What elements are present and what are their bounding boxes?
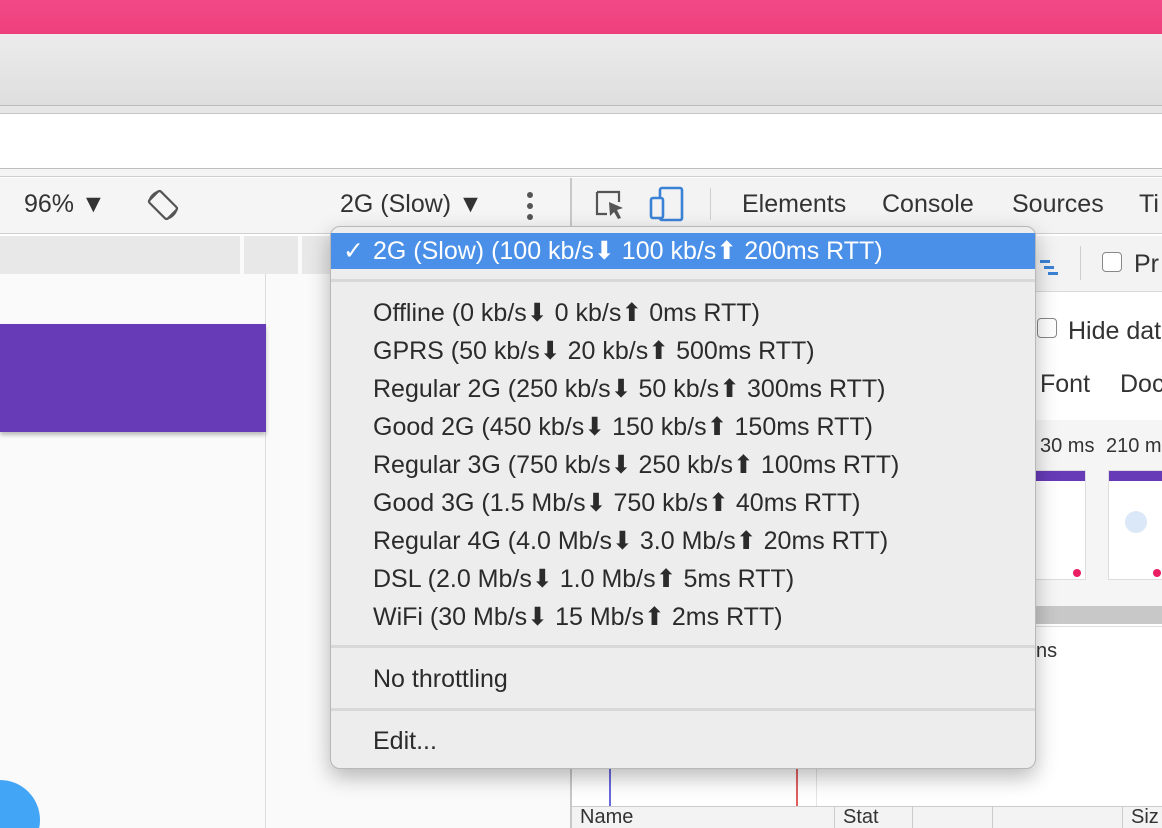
throttle-menu: ✓ 2G (Slow) (100 kb/s⬇ 100 kb/s⬆ 200ms R… [330, 226, 1036, 769]
column-status[interactable]: Stat [834, 806, 912, 828]
menu-item-gprs[interactable]: GPRS (50 kb/s⬇ 20 kb/s⬆ 500ms RTT) [331, 333, 1035, 369]
address-area [0, 115, 1162, 169]
network-throttle-select[interactable]: 2G (Slow) ▼ [340, 190, 483, 219]
menu-item-edit[interactable]: Edit... [331, 723, 1035, 759]
tab-elements[interactable]: Elements [742, 190, 846, 219]
waterfall-icon[interactable] [1040, 254, 1060, 275]
frame-time: 30 ms [1040, 435, 1095, 457]
menu-item-good-3g[interactable]: Good 3G (1.5 Mb/s⬇ 750 kb/s⬆ 40ms RTT) [331, 485, 1035, 521]
menu-item-2g-slow[interactable]: ✓ 2G (Slow) (100 kb/s⬇ 100 kb/s⬆ 200ms R… [331, 233, 1035, 269]
column-initiator[interactable] [992, 806, 1122, 828]
column-name[interactable]: Name [572, 806, 834, 828]
toolbar-separator [0, 106, 1162, 114]
bookmarks-strip [0, 169, 1162, 177]
menu-item-regular-4g[interactable]: Regular 4G (4.0 Mb/s⬇ 3.0 Mb/s⬆ 20ms RTT… [331, 523, 1035, 559]
menu-item-wifi[interactable]: WiFi (30 Mb/s⬇ 15 Mb/s⬆ 2ms RTT) [331, 599, 1035, 635]
menu-separator [331, 279, 1035, 282]
menu-item-dsl[interactable]: DSL (2.0 Mb/s⬇ 1.0 Mb/s⬆ 5ms RTT) [331, 561, 1035, 597]
toolbar-divider [710, 188, 711, 220]
menu-item-offline[interactable]: Offline (0 kb/s⬇ 0 kb/s⬆ 0ms RTT) [331, 295, 1035, 331]
menu-item-no-throttling[interactable]: No throttling [331, 661, 1035, 697]
filter-doc[interactable]: Doc [1120, 370, 1162, 399]
frame-time: 210 m [1106, 435, 1162, 457]
hide-data-urls-label: Hide dat [1068, 317, 1162, 345]
filter-divider [1080, 246, 1081, 280]
timeline-tick: ns [1036, 640, 1058, 662]
tab-timeline[interactable]: Ti [1139, 190, 1159, 219]
browser-tabstrip [0, 34, 1162, 106]
inspect-element-icon[interactable] [593, 188, 627, 222]
filmstrip-frame[interactable] [1108, 470, 1162, 580]
filmstrip-frame[interactable] [1030, 470, 1086, 580]
column-size[interactable]: Siz [1122, 806, 1162, 828]
preserve-log-label: Pr [1134, 250, 1159, 278]
more-vertical-icon[interactable] [520, 190, 540, 222]
overview-scrollbar[interactable] [1036, 606, 1162, 624]
device-toolbar-icon[interactable] [648, 186, 686, 222]
tab-console[interactable]: Console [882, 190, 974, 219]
window-titlebar [0, 0, 1162, 34]
ruler-divider [240, 236, 244, 274]
filter-font[interactable]: Font [1040, 370, 1090, 399]
menu-item-regular-3g[interactable]: Regular 3G (750 kb/s⬇ 250 kb/s⬆ 100ms RT… [331, 447, 1035, 483]
column-type[interactable] [912, 806, 992, 828]
hide-data-urls-checkbox[interactable] [1037, 318, 1057, 338]
menu-separator [331, 708, 1035, 711]
app-header-bar [0, 324, 266, 432]
preserve-log-checkbox[interactable] [1102, 252, 1122, 272]
checkmark-icon: ✓ [343, 237, 364, 265]
tab-sources[interactable]: Sources [1012, 190, 1104, 219]
rotate-icon[interactable] [146, 188, 180, 222]
menu-item-good-2g[interactable]: Good 2G (450 kb/s⬇ 150 kb/s⬆ 150ms RTT) [331, 409, 1035, 445]
ruler-divider [298, 236, 302, 274]
menu-item-regular-2g[interactable]: Regular 2G (250 kb/s⬇ 50 kb/s⬆ 300ms RTT… [331, 371, 1035, 407]
menu-item-label: 2G (Slow) (100 kb/s⬇ 100 kb/s⬆ 200ms RTT… [373, 237, 883, 265]
zoom-select[interactable]: 96% ▼ [24, 190, 106, 219]
menu-separator [331, 645, 1035, 648]
